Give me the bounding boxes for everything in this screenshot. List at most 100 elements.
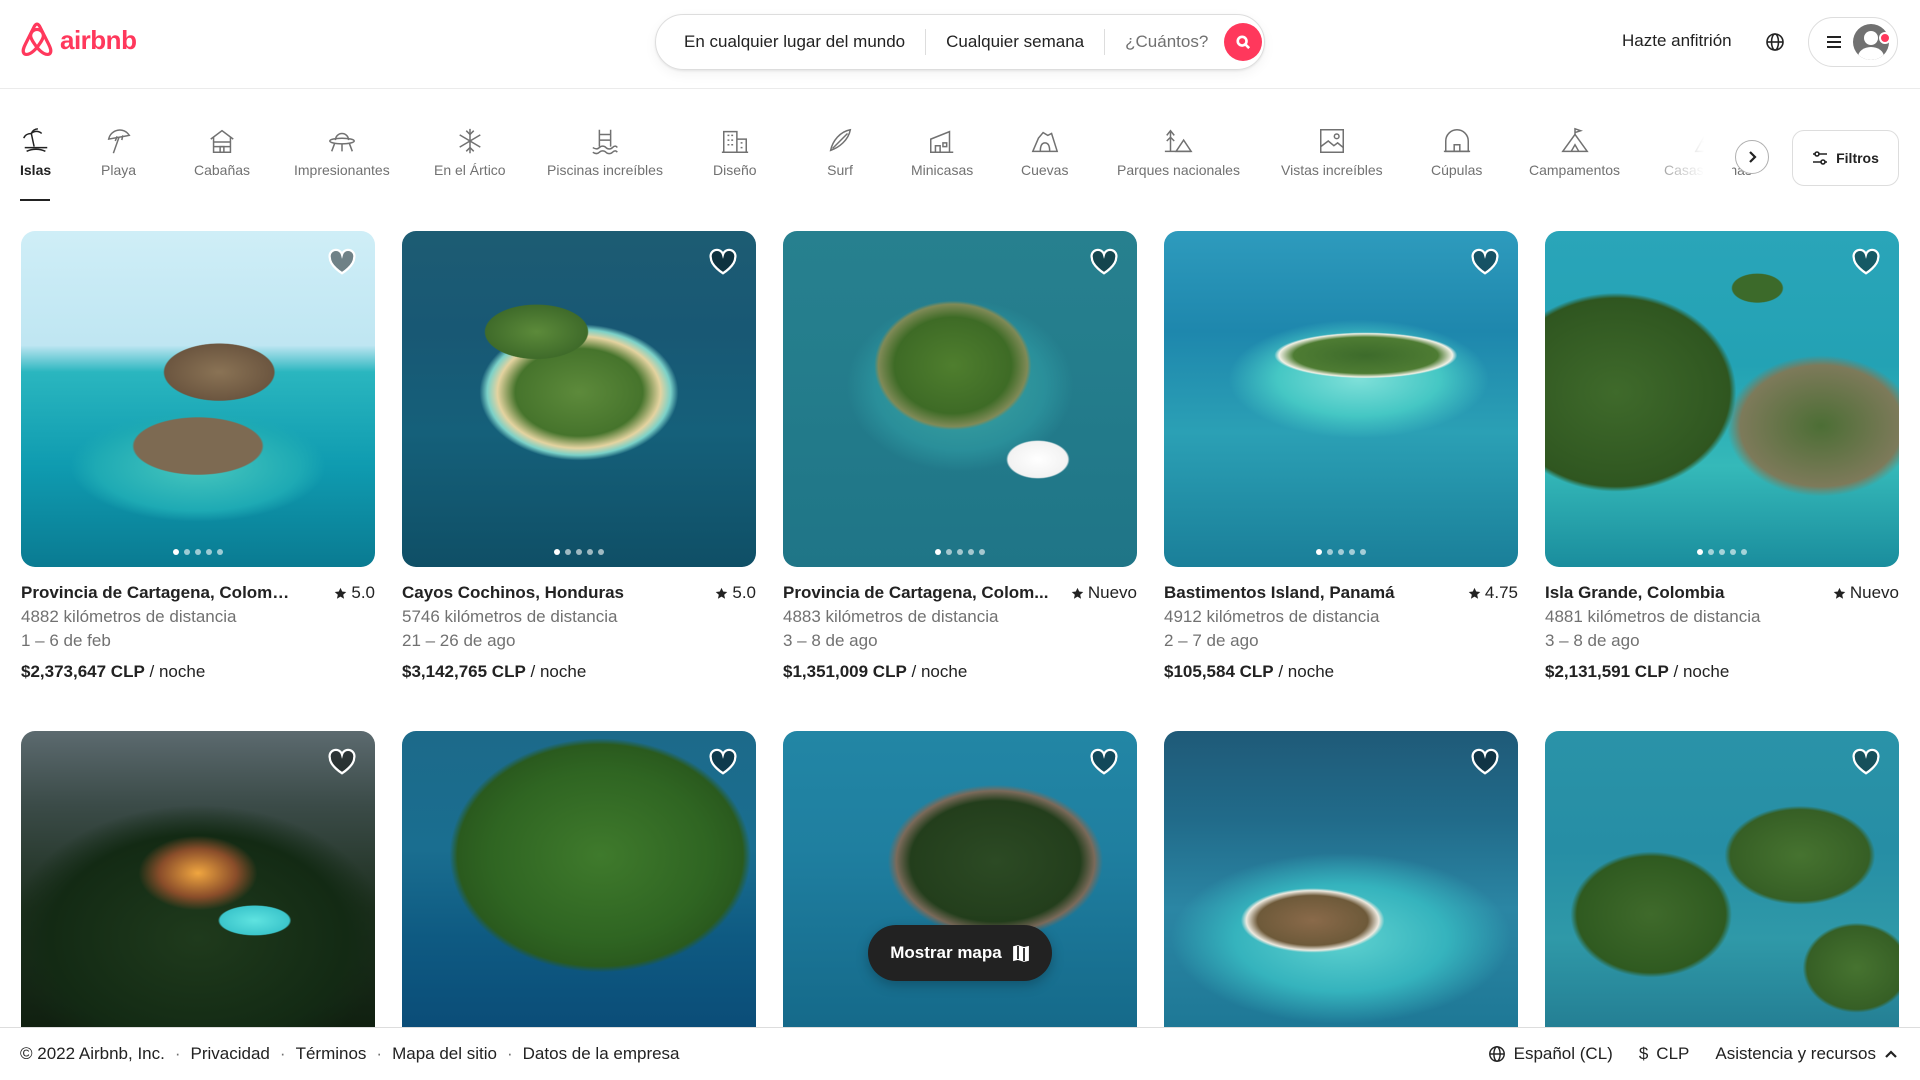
listing-distance: 4883 kilómetros de distancia	[783, 607, 999, 626]
listing-title: Provincia de Cartagena, Colombia	[21, 583, 291, 602]
listing-photo[interactable]	[1545, 731, 1899, 1027]
listing-photo[interactable]	[21, 731, 375, 1027]
category-surf[interactable]: Surf	[825, 126, 855, 178]
heart-icon[interactable]	[1089, 747, 1119, 777]
category-label: Vistas increíbles	[1281, 162, 1383, 178]
heart-icon[interactable]	[1470, 247, 1500, 277]
language-label: Español (CL)	[1513, 1044, 1613, 1063]
listing-price: $105,584 CLP / noche	[1164, 660, 1518, 684]
categories-next-button[interactable]	[1735, 140, 1769, 174]
snowflake-icon	[459, 128, 481, 154]
category-cupulas[interactable]: Cúpulas	[1431, 126, 1482, 178]
listing-card[interactable]: Cayos Cochinos, Honduras 5.0 5746 kilóme…	[402, 231, 756, 684]
notification-dot	[1879, 32, 1891, 44]
user-menu-button[interactable]	[1808, 17, 1898, 67]
listing-card[interactable]: Isla Grande, Colombia Nuevo 4881 kilómet…	[1545, 231, 1899, 684]
price-per: / noche	[906, 662, 968, 681]
copyright: © 2022 Airbnb, Inc.	[20, 1044, 165, 1063]
listing-card[interactable]	[1164, 731, 1518, 1027]
heart-icon[interactable]	[1089, 247, 1119, 277]
listing-photo[interactable]	[402, 731, 756, 1027]
category-cabanas[interactable]: Cabañas	[194, 126, 250, 178]
listing-photo[interactable]	[402, 231, 756, 567]
listing-photo[interactable]	[21, 231, 375, 567]
category-piscinas[interactable]: Piscinas increíbles	[547, 126, 663, 178]
category-label: Impresionantes	[294, 162, 390, 178]
footer-language-button[interactable]: Español (CL)	[1488, 1044, 1613, 1064]
listing-photo[interactable]	[783, 231, 1137, 567]
support-label: Asistencia y recursos	[1715, 1044, 1876, 1063]
listing-photo[interactable]	[783, 731, 1137, 1027]
listing-card[interactable]: Bastimentos Island, Panamá 4.75 4912 kil…	[1164, 231, 1518, 684]
category-artico[interactable]: En el Ártico	[434, 126, 506, 178]
airbnb-logo-icon	[21, 22, 53, 56]
category-minicasas[interactable]: Minicasas	[911, 126, 973, 178]
cabin-icon	[210, 129, 234, 153]
show-map-button[interactable]: Mostrar mapa	[868, 925, 1052, 981]
listing-photo[interactable]	[1164, 731, 1518, 1027]
listing-distance: 5746 kilómetros de distancia	[402, 607, 618, 626]
listing-photo[interactable]	[1164, 231, 1518, 567]
star-icon	[1833, 587, 1846, 599]
listing-card[interactable]	[1545, 731, 1899, 1027]
price-per: / noche	[1273, 662, 1335, 681]
beach-umbrella-icon	[107, 129, 131, 154]
listing-card[interactable]: Provincia de Cartagena, Colombia 5.0 488…	[21, 231, 375, 684]
listing-price: $3,142,765 CLP / noche	[402, 660, 756, 684]
category-playa[interactable]: Playa	[101, 126, 136, 178]
search-bar[interactable]: En cualquier lugar del mundo Cualquier s…	[655, 14, 1265, 70]
rating-value: Nuevo	[1087, 583, 1137, 602]
footer-currency-button[interactable]: $ CLP	[1639, 1044, 1690, 1064]
listing-rating: 4.75	[1468, 581, 1518, 605]
listing-photo[interactable]	[1545, 231, 1899, 567]
search-button[interactable]	[1224, 23, 1263, 61]
footer-link-privacy[interactable]: Privacidad	[191, 1044, 270, 1064]
category-islas[interactable]: Islas	[20, 126, 51, 178]
host-link[interactable]: Hazte anfitrión	[1622, 29, 1732, 53]
footer-link-company[interactable]: Datos de la empresa	[523, 1044, 680, 1064]
category-label: Parques nacionales	[1117, 162, 1240, 178]
category-parques[interactable]: Parques nacionales	[1117, 126, 1240, 178]
language-button[interactable]	[1762, 29, 1788, 55]
category-campamentos[interactable]: Campamentos	[1529, 126, 1620, 178]
separator: ·	[506, 1044, 513, 1063]
price-amount: $105,584 CLP	[1164, 662, 1274, 681]
footer-link-terms[interactable]: Términos	[296, 1044, 367, 1064]
heart-icon[interactable]	[327, 747, 357, 777]
search-location[interactable]: En cualquier lugar del mundo	[656, 29, 925, 55]
footer-link-sitemap[interactable]: Mapa del sitio	[392, 1044, 497, 1064]
heart-icon[interactable]	[1470, 747, 1500, 777]
category-diseno[interactable]: Diseño	[713, 126, 757, 178]
search-guests[interactable]: ¿Cuántos?	[1105, 29, 1224, 55]
listing-card[interactable]	[783, 731, 1137, 1027]
airbnb-logo[interactable]: airbnb	[20, 22, 137, 58]
listing-title: Cayos Cochinos, Honduras	[402, 583, 624, 602]
price-amount: $1,351,009 CLP	[783, 662, 907, 681]
price-amount: $3,142,765 CLP	[402, 662, 526, 681]
listing-card[interactable]	[402, 731, 756, 1027]
star-icon	[1071, 587, 1084, 599]
currency-label: CLP	[1656, 1044, 1690, 1063]
price-per: / noche	[525, 662, 587, 681]
footer-support-button[interactable]: Asistencia y recursos	[1715, 1044, 1898, 1064]
category-label: Diseño	[713, 162, 757, 178]
separator: ·	[376, 1044, 383, 1063]
heart-icon[interactable]	[708, 747, 738, 777]
category-label: Cúpulas	[1431, 162, 1483, 178]
category-impresionantes[interactable]: Impresionantes	[294, 126, 390, 178]
category-cuevas[interactable]: Cuevas	[1021, 126, 1068, 178]
heart-icon[interactable]	[327, 247, 357, 277]
filters-button[interactable]: Filtros	[1792, 130, 1899, 186]
search-week[interactable]: Cualquier semana	[926, 29, 1104, 55]
listing-rating: Nuevo	[1833, 581, 1899, 605]
category-vistas[interactable]: Vistas increíbles	[1281, 126, 1383, 178]
rating-value: 5.0	[732, 583, 756, 602]
heart-icon[interactable]	[1851, 247, 1881, 277]
category-label: Piscinas increíbles	[547, 162, 663, 178]
heart-icon[interactable]	[708, 247, 738, 277]
listing-card[interactable]: Provincia de Cartagena, Colom... Nuevo 4…	[783, 231, 1137, 684]
listing-card[interactable]	[21, 731, 375, 1027]
photo-pagination-dots	[554, 549, 604, 555]
heart-icon[interactable]	[1851, 747, 1881, 777]
photo-pagination-dots	[1316, 549, 1366, 555]
